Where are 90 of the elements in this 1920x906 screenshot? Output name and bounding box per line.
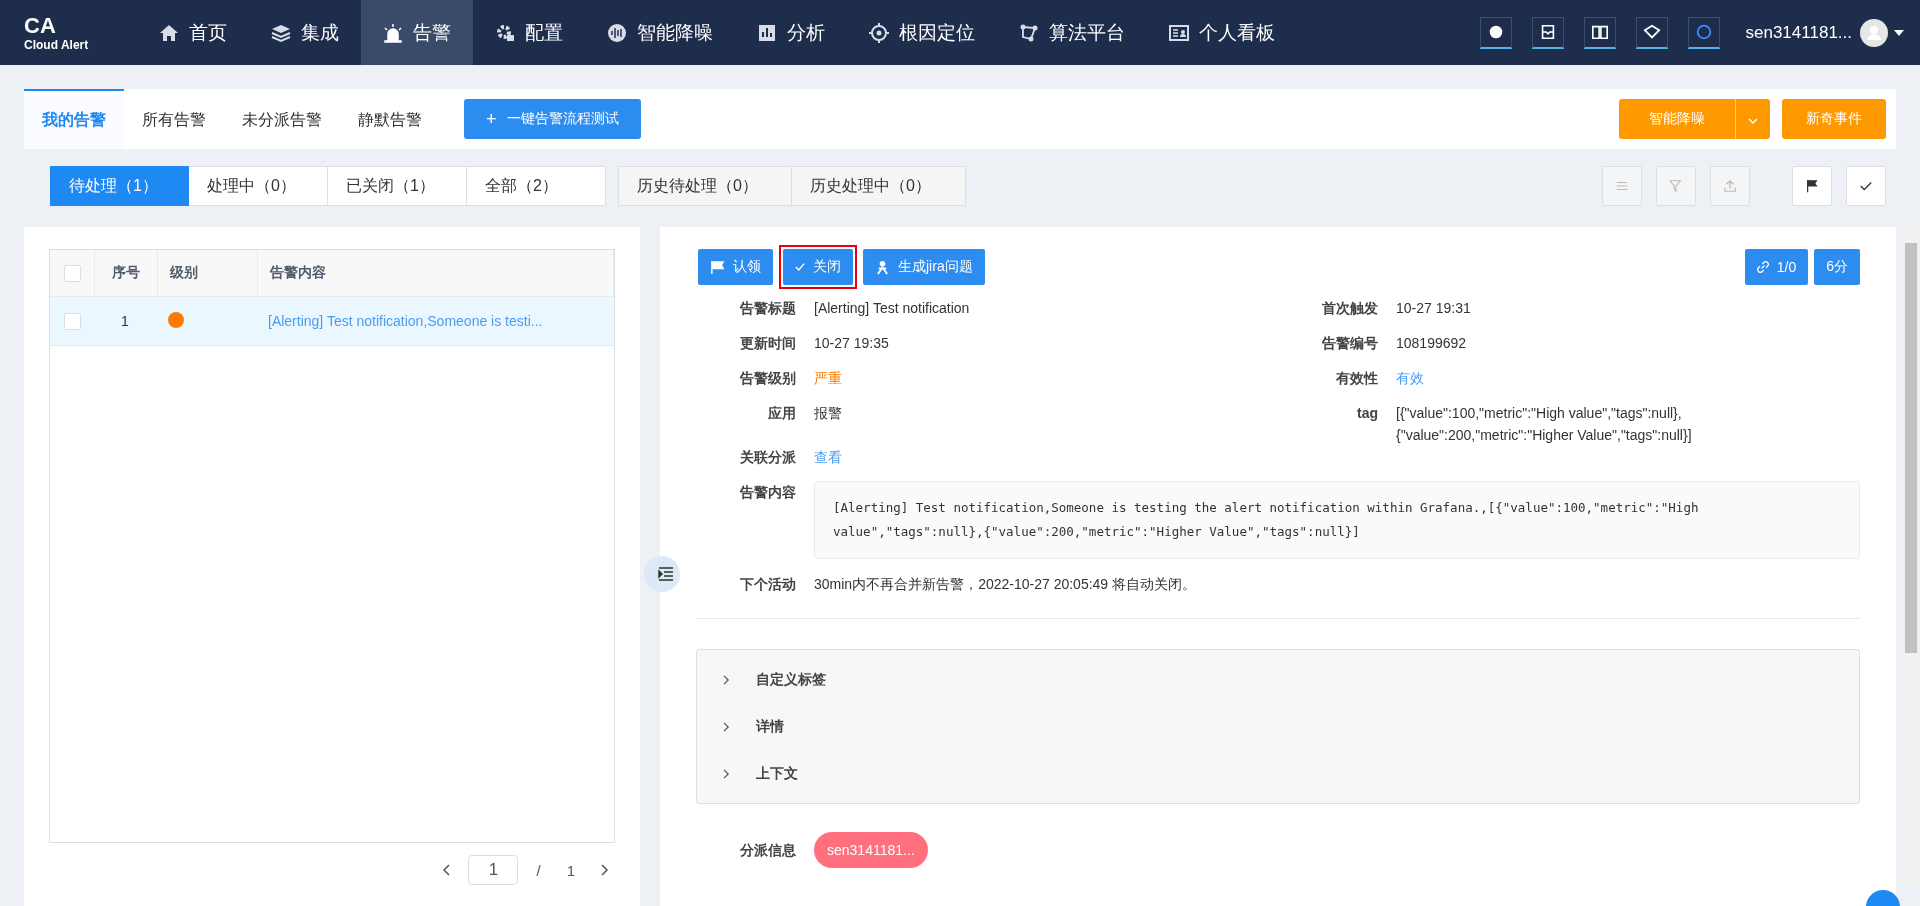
bar-chart-icon — [757, 22, 777, 43]
field-value: 严重 — [814, 369, 842, 388]
history-filter-tab[interactable]: 历史处理中（0） — [792, 166, 966, 206]
tab[interactable]: 静默告警 — [340, 89, 440, 149]
collapse-panel-button[interactable] — [644, 556, 680, 592]
nav-item[interactable]: 根因定位 — [847, 0, 997, 65]
column-header: 告警内容 — [258, 250, 614, 296]
collapse-header[interactable]: 上下文 — [697, 750, 1859, 797]
link-icon — [1756, 261, 1769, 273]
filter-tab[interactable]: 已关闭（1） — [328, 166, 467, 206]
check-icon — [795, 262, 805, 272]
column-header: 序号 — [95, 250, 158, 296]
flag-icon — [710, 259, 725, 275]
table-row[interactable]: 1 [Alerting] Test notification,Someone is testi... — [50, 297, 614, 346]
field-label: tag — [1356, 404, 1379, 423]
field-value: 报警 — [814, 404, 842, 423]
filter-tab[interactable]: 待处理（1） — [50, 166, 189, 206]
chevron-right-icon — [723, 768, 730, 779]
nav-item[interactable]: 配置 — [473, 0, 585, 65]
flag-button[interactable] — [1792, 166, 1832, 206]
flag-icon — [1805, 179, 1819, 193]
nav-item[interactable]: 首页 — [137, 0, 249, 65]
collapse-header[interactable]: 自定义标签 — [697, 656, 1859, 703]
user-name[interactable]: sen3141181... — [1745, 22, 1852, 43]
figure-icon — [875, 259, 890, 275]
caret-icon[interactable] — [1894, 29, 1904, 36]
target-icon — [869, 22, 889, 43]
alarm-light-icon — [383, 22, 403, 43]
field-label: 告警编号 — [1321, 334, 1379, 353]
tab[interactable]: 所有告警 — [124, 89, 224, 149]
history-filter-tab[interactable]: 历史待处理（0） — [618, 166, 792, 206]
nav-item[interactable]: 智能降噪 — [585, 0, 735, 65]
next-page-icon[interactable] — [601, 864, 609, 876]
field-value: 10-27 19:35 — [814, 334, 889, 353]
upload-icon — [1723, 179, 1737, 193]
nav-item[interactable]: 分析 — [735, 0, 847, 65]
filter-tab[interactable]: 全部（2） — [467, 166, 606, 206]
field-value: 10-27 19:31 — [1396, 299, 1471, 318]
indent-icon — [658, 566, 674, 582]
chevron-down-icon — [1748, 118, 1758, 124]
scrollbar[interactable] — [1902, 227, 1920, 885]
inbox-icon[interactable] — [1531, 16, 1564, 49]
field-label: 关联分派 — [739, 448, 797, 467]
alert-content-block: [Alerting] Test notification,Someone is testing the alert notification within Grafana.,[{"value":100,"metric":"High value","tags":null},{"value":200,"metric":"Higher Value","tags":null}] — [814, 481, 1860, 559]
page-separator: / — [536, 861, 541, 879]
book-icon[interactable] — [1583, 16, 1616, 49]
field-value: [Alerting] Test notification — [814, 299, 970, 318]
field-label: 更新时间 — [739, 334, 797, 353]
assignee-tag: sen3141181... — [814, 832, 928, 868]
tab[interactable]: 未分派告警 — [224, 89, 340, 149]
field-label: 告警标题 — [739, 299, 797, 318]
nav-item[interactable]: 算法平台 — [997, 0, 1147, 65]
filter-icon — [1669, 179, 1683, 193]
row-checkbox[interactable] — [63, 312, 81, 330]
check-button[interactable] — [1846, 166, 1886, 206]
filter-tab[interactable]: 处理中（0） — [189, 166, 328, 206]
logo-subtitle: Cloud Alert — [24, 37, 90, 52]
check-icon — [1859, 179, 1873, 193]
avatar-icon[interactable] — [1860, 18, 1888, 47]
logo-title: CA — [24, 13, 57, 38]
wave-icon — [607, 22, 627, 43]
nodes-icon — [1019, 22, 1039, 43]
field-label: 告警级别 — [739, 369, 797, 388]
field-label: 下个活动 — [739, 575, 797, 594]
dashboard-icon — [1169, 22, 1189, 43]
field-value: 30min内不再合并新告警，2022-10-27 20:05:49 将自动关闭。 — [814, 575, 1197, 594]
field-value: 108199692 — [1396, 334, 1467, 353]
previous-page-icon[interactable] — [442, 864, 451, 876]
field-value: [{"value":100,"metric":"High value","tags":null}, {"value":200,"metric":"Higher Value","tags":null}] — [1396, 404, 1692, 445]
table-cell: 1 — [121, 313, 129, 329]
layers-icon — [271, 22, 291, 43]
page-total: 1 — [566, 861, 575, 879]
select-all-checkbox[interactable] — [63, 264, 81, 282]
field-label: 告警内容 — [739, 483, 797, 502]
chevron-right-icon — [723, 674, 730, 685]
column-header: 级别 — [158, 250, 258, 296]
nav-item[interactable]: 个人看板 — [1147, 0, 1297, 65]
sliders-icon — [1615, 179, 1629, 193]
collapse-header[interactable]: 详情 — [697, 703, 1859, 750]
page-input[interactable]: 1 — [468, 855, 519, 885]
field-label: 有效性 — [1335, 369, 1379, 388]
field-label: 应用 — [767, 404, 797, 423]
chevron-right-icon — [723, 721, 730, 732]
home-icon — [159, 22, 179, 43]
field-value: 有效 — [1396, 369, 1424, 388]
nav-item[interactable]: 告警 — [361, 0, 473, 65]
field-label: 首次触发 — [1321, 299, 1379, 318]
field-label: 分派信息 — [739, 841, 797, 860]
nav-item[interactable]: 集成 — [249, 0, 361, 65]
gear-icon — [495, 22, 515, 43]
